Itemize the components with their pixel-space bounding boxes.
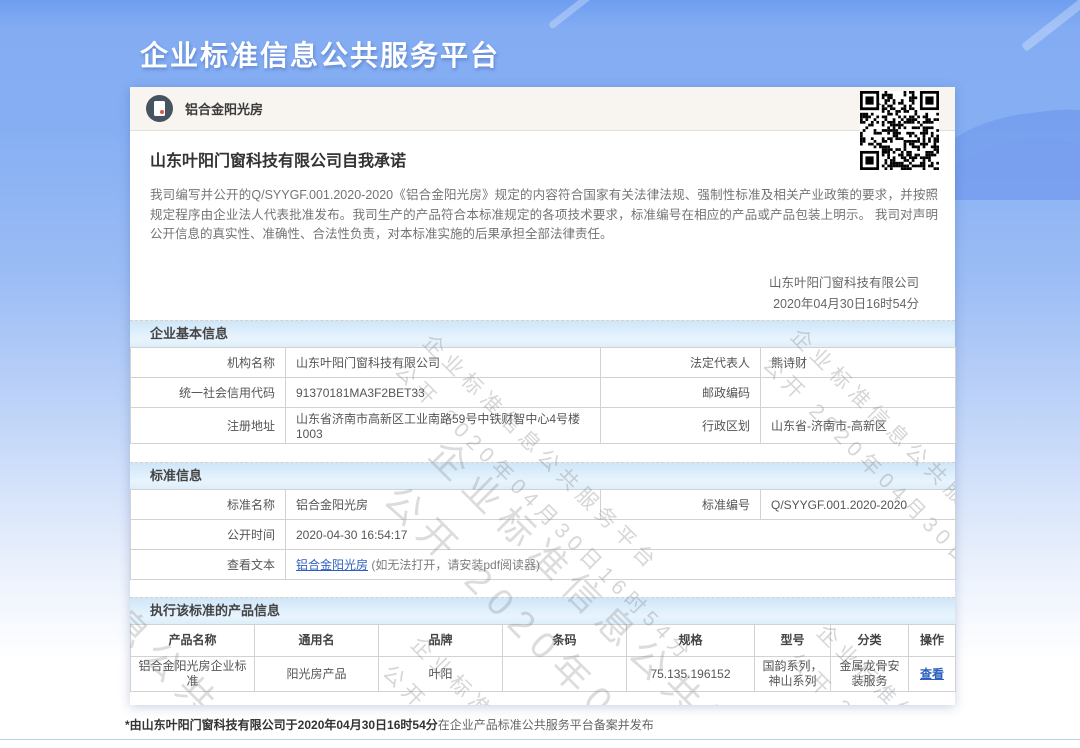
signature-block: 山东叶阳门窗科技有限公司 2020年04月30日16时54分 bbox=[769, 273, 919, 315]
table-row: 机构名称 山东叶阳门窗科技有限公司 法定代表人 熊诗财 bbox=[131, 348, 956, 378]
filing-note-normal: 在企业产品标准公共服务平台备案并发布 bbox=[438, 718, 654, 732]
section-basic-info: 企业基本信息 机构名称 山东叶阳门窗科技有限公司 法定代表人 熊诗财 统一社会信… bbox=[130, 320, 955, 444]
qr-code bbox=[860, 91, 939, 170]
field-value: 2020-04-30 16:54:17 bbox=[286, 520, 956, 550]
field-label: 标准名称 bbox=[131, 490, 286, 520]
product-model: 国韵系列，神山系列 bbox=[755, 657, 831, 692]
standard-doc-title: 铝合金阳光房 bbox=[185, 99, 263, 118]
header-streak bbox=[548, 0, 627, 30]
content-card: 铝合金阳光房 山东叶阳门窗科技有限公司自我承诺 我司编写并公开的Q/SYYGF.… bbox=[130, 87, 955, 705]
products-table: 产品名称 通用名 品牌 条码 规格 型号 分类 操作 铝合金阳光房企业标准 阳光… bbox=[130, 624, 956, 692]
field-label: 机构名称 bbox=[131, 348, 286, 378]
column-header: 通用名 bbox=[255, 625, 379, 657]
product-row: 铝合金阳光房企业标准 阳光房产品 叶阳 75.135.196152 国韵系列，神… bbox=[131, 657, 956, 692]
page: 企业标准信息公共服务平台 铝合金阳光房 山东叶阳门窗科技有限公司自我承诺 我司编… bbox=[0, 0, 1080, 748]
field-label: 行政区划 bbox=[601, 408, 761, 444]
section-products: 执行该标准的产品信息 产品名称 通用名 品牌 条码 规格 型号 分类 操作 铝合… bbox=[130, 597, 955, 692]
doc-cell: 铝合金阳光房 (如无法打开，请安装pdf阅读器) bbox=[286, 550, 956, 580]
table-row: 注册地址 山东省济南市高新区工业南路59号中铁财智中心4号楼1003 行政区划 … bbox=[131, 408, 956, 444]
field-value: 91370181MA3F2BET33 bbox=[286, 378, 601, 408]
table-row: 公开时间 2020-04-30 16:54:17 bbox=[131, 520, 956, 550]
pdf-reader-note: (如无法打开，请安装pdf阅读器) bbox=[371, 558, 540, 572]
field-value: 山东省济南市高新区工业南路59号中铁财智中心4号楼1003 bbox=[286, 408, 601, 444]
page-bottom-divider bbox=[0, 739, 1080, 748]
product-category: 金属龙骨安装服务 bbox=[831, 657, 909, 692]
field-value: Q/SYYGF.001.2020-2020 bbox=[761, 490, 956, 520]
column-header: 规格 bbox=[627, 625, 755, 657]
table-row: 统一社会信用代码 91370181MA3F2BET33 邮政编码 bbox=[131, 378, 956, 408]
section-title-basic-info: 企业基本信息 bbox=[130, 320, 955, 347]
column-header: 分类 bbox=[831, 625, 909, 657]
product-barcode bbox=[503, 657, 627, 692]
product-name: 铝合金阳光房企业标准 bbox=[131, 657, 255, 692]
field-value: 熊诗财 bbox=[761, 348, 956, 378]
site-title: 企业标准信息公共服务平台 bbox=[140, 34, 500, 74]
table-row: 标准名称 铝合金阳光房 标准编号 Q/SYYGF.001.2020-2020 bbox=[131, 490, 956, 520]
commitment-paragraph: 我司编写并公开的Q/SYYGF.001.2020-2020《铝合金阳光房》规定的… bbox=[150, 186, 938, 245]
section-title-standard-info: 标准信息 bbox=[130, 462, 955, 489]
filing-note: *由山东叶阳门窗科技有限公司于2020年04月30日16时54分在企业产品标准公… bbox=[125, 716, 654, 733]
table-row: 查看文本 铝合金阳光房 (如无法打开，请安装pdf阅读器) bbox=[131, 550, 956, 580]
view-product-link[interactable]: 查看 bbox=[920, 667, 944, 681]
field-value bbox=[761, 378, 956, 408]
product-generic-name: 阳光房产品 bbox=[255, 657, 379, 692]
product-action-cell: 查看 bbox=[909, 657, 956, 692]
header-streak bbox=[1021, 0, 1080, 52]
field-label: 注册地址 bbox=[131, 408, 286, 444]
card-titlebar: 铝合金阳光房 bbox=[130, 87, 955, 131]
standard-info-table: 标准名称 铝合金阳光房 标准编号 Q/SYYGF.001.2020-2020 公… bbox=[130, 489, 956, 580]
field-label: 查看文本 bbox=[131, 550, 286, 580]
column-header: 条码 bbox=[503, 625, 627, 657]
decorative-waves bbox=[954, 85, 1080, 200]
field-label: 邮政编码 bbox=[601, 378, 761, 408]
field-label: 标准编号 bbox=[601, 490, 761, 520]
field-label: 公开时间 bbox=[131, 520, 286, 550]
column-header: 产品名称 bbox=[131, 625, 255, 657]
field-label: 法定代表人 bbox=[601, 348, 761, 378]
standard-pdf-link[interactable]: 铝合金阳光房 bbox=[296, 558, 368, 572]
products-header-row: 产品名称 通用名 品牌 条码 规格 型号 分类 操作 bbox=[131, 625, 956, 657]
basic-info-table: 机构名称 山东叶阳门窗科技有限公司 法定代表人 熊诗财 统一社会信用代码 913… bbox=[130, 347, 956, 444]
column-header: 操作 bbox=[909, 625, 956, 657]
product-brand: 叶阳 bbox=[379, 657, 503, 692]
column-header: 型号 bbox=[755, 625, 831, 657]
field-value: 山东叶阳门窗科技有限公司 bbox=[286, 348, 601, 378]
signature-company: 山东叶阳门窗科技有限公司 bbox=[769, 273, 919, 294]
field-label: 统一社会信用代码 bbox=[131, 378, 286, 408]
field-value: 山东省-济南市-高新区 bbox=[761, 408, 956, 444]
section-title-products: 执行该标准的产品信息 bbox=[130, 597, 955, 624]
document-icon bbox=[146, 95, 173, 122]
field-value: 铝合金阳光房 bbox=[286, 490, 601, 520]
signature-datetime: 2020年04月30日16时54分 bbox=[769, 294, 919, 315]
column-header: 品牌 bbox=[379, 625, 503, 657]
product-spec: 75.135.196152 bbox=[627, 657, 755, 692]
section-standard-info: 标准信息 标准名称 铝合金阳光房 标准编号 Q/SYYGF.001.2020-2… bbox=[130, 462, 955, 580]
filing-note-bold: *由山东叶阳门窗科技有限公司于2020年04月30日16时54分 bbox=[125, 718, 438, 732]
self-commitment-heading: 山东叶阳门窗科技有限公司自我承诺 bbox=[150, 147, 406, 171]
